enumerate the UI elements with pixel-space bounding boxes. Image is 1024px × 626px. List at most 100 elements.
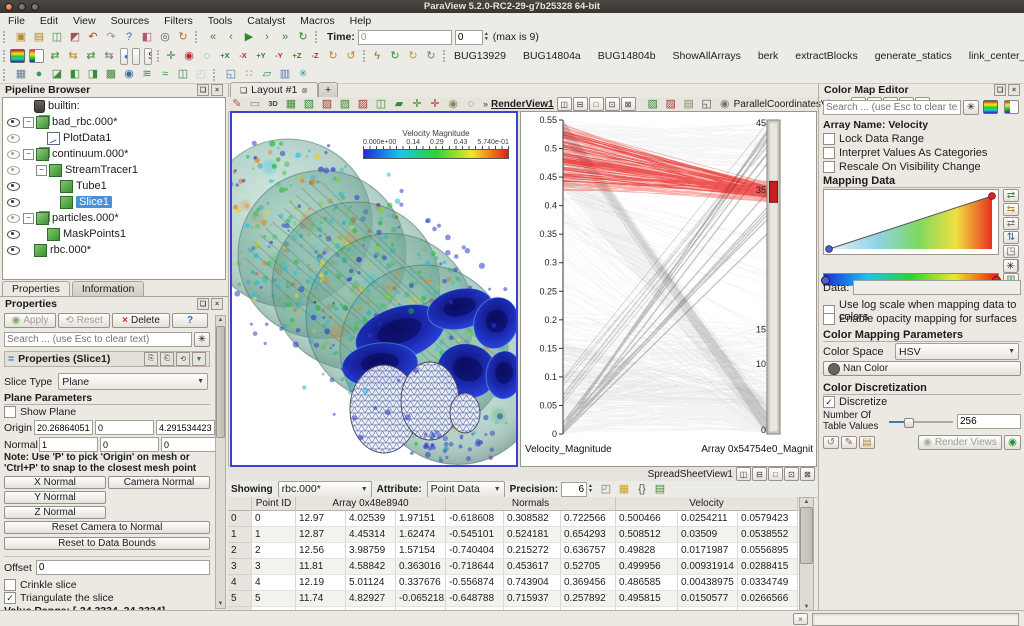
reset-defaults-icon[interactable]: ⟲ [176, 352, 190, 366]
close-icon[interactable]: × [211, 84, 223, 96]
threshold-icon[interactable]: ◨ [84, 66, 102, 83]
interactive-select-points-icon[interactable]: ✛ [426, 96, 444, 113]
table-row[interactable]: 4412.195.011240.337676-0.5568740.7439040… [228, 575, 799, 591]
visibility-eye-icon[interactable] [7, 246, 20, 255]
visibility-eye-icon[interactable] [7, 134, 20, 143]
precision-spinner[interactable]: ▲▼ [588, 484, 593, 494]
showing-combo[interactable]: rbc.000*▼ [278, 481, 372, 498]
properties-search-input[interactable] [4, 332, 192, 347]
pc-deselect-icon[interactable]: ▨ [662, 96, 680, 113]
play-test-icon[interactable]: ↻ [404, 48, 422, 65]
triangulate-checkbox[interactable]: ✓ [4, 592, 16, 604]
rescale-temporal-icon[interactable]: ⇄ [1003, 217, 1019, 230]
close-view-icon[interactable]: ⊠ [621, 97, 636, 111]
save-defaults-icon[interactable]: ▼ [192, 352, 206, 366]
last-frame-icon[interactable]: » [276, 29, 294, 46]
set-view-plus-x-icon[interactable]: +X [216, 48, 234, 65]
histogram-icon[interactable]: ▥ [276, 66, 294, 83]
rescale-to-data-range-icon[interactable]: ⇄ [46, 48, 64, 65]
data-value-input[interactable] [853, 280, 1021, 295]
opacity-mapping-checkbox[interactable] [823, 313, 835, 325]
camera-normal-button[interactable]: Camera Normal [108, 476, 210, 489]
column-header[interactable]: Point ID [252, 497, 296, 511]
rescale-range-icon[interactable]: ⇄ [1003, 189, 1019, 202]
select-frustum-icon[interactable]: ▰ [390, 96, 408, 113]
rescale-visibility-checkbox[interactable] [823, 161, 835, 173]
delete-button[interactable]: ×Delete [112, 313, 170, 328]
macro-button[interactable]: BUG13929 [452, 50, 508, 62]
select-cells-rect-icon[interactable]: ▧ [300, 96, 318, 113]
macro-button[interactable]: BUG14804a [521, 50, 583, 62]
pipeline-item-particles-000[interactable]: −particles.000* [3, 210, 225, 226]
origin-x-field[interactable] [34, 420, 93, 435]
select-block-icon[interactable]: ◫ [372, 96, 390, 113]
menu-sources[interactable]: Sources [111, 15, 150, 27]
grid-axes-icon[interactable]: ▦ [282, 96, 300, 113]
slice-icon[interactable]: ◧ [66, 66, 84, 83]
spreadsheet-scrollbar[interactable]: ▲ ▼ [799, 497, 814, 612]
pipeline-item-tube1[interactable]: Tube1 [3, 178, 225, 194]
menu-tools[interactable]: Tools [208, 15, 233, 27]
column-header[interactable]: Array 0x48e8940 [296, 497, 446, 511]
menu-file[interactable]: File [8, 15, 25, 27]
pipeline-item-plotdata1[interactable]: PlotData1 [3, 130, 225, 146]
reset-camera-to-normal-button[interactable]: Reset Camera to Normal [4, 521, 210, 534]
select-cells-polygon-icon[interactable]: ▧ [336, 96, 354, 113]
reset-to-data-bounds-button[interactable]: Reset to Data Bounds [4, 537, 210, 550]
z-normal-button[interactable]: Z Normal [4, 506, 106, 519]
edit-values-icon[interactable]: ✎ [841, 436, 857, 449]
rotate-90-ccw-icon[interactable]: ↺ [342, 48, 360, 65]
visibility-eye-icon[interactable] [7, 166, 20, 175]
search-options-icon[interactable]: ✳ [963, 100, 979, 115]
calculator-icon[interactable]: ▦ [12, 66, 30, 83]
zoom-box-icon[interactable]: ◌ [462, 96, 480, 113]
connect-server-icon[interactable]: ◫ [48, 29, 66, 46]
show-colormap-panel-icon[interactable] [983, 100, 998, 114]
close-icon[interactable]: × [211, 298, 223, 310]
paste-properties-icon[interactable]: ⎗ [160, 352, 174, 366]
x-normal-button[interactable]: X Normal [4, 476, 106, 489]
macro-button[interactable]: generate_statics [873, 50, 954, 62]
python-trace-icon[interactable]: ϟ [368, 48, 386, 65]
table-values-input[interactable] [957, 414, 1021, 429]
set-view-plus-z-icon[interactable]: +Z [288, 48, 306, 65]
expander-icon[interactable]: − [23, 213, 34, 224]
representation-combo[interactable]: Surface▼ [144, 48, 152, 65]
rescale-to-custom-range-icon[interactable]: ⇆ [64, 48, 82, 65]
search-options-icon[interactable]: ✳ [194, 332, 210, 347]
menu-view[interactable]: View [73, 15, 96, 27]
pipeline-tree[interactable]: builtin:−bad_rbc.000*PlotData1−continuum… [2, 97, 226, 280]
split-horizontal-icon[interactable]: ◫ [557, 97, 572, 111]
visibility-eye-icon[interactable] [7, 182, 20, 191]
visibility-eye-icon[interactable] [7, 230, 20, 239]
interactive-link-icon[interactable]: ✳ [294, 66, 312, 83]
invert-transfer-icon[interactable]: ⇅ [1003, 231, 1019, 244]
maximize-view-icon[interactable]: □ [589, 97, 604, 111]
menu-filters[interactable]: Filters [164, 15, 193, 27]
tab-information[interactable]: Information [72, 281, 145, 296]
select-points-polygon-icon[interactable]: ▨ [354, 96, 372, 113]
stream-tracer-icon[interactable]: ≋ [138, 66, 156, 83]
set-view-minus-z-icon[interactable]: -Z [306, 48, 324, 65]
table-row[interactable]: 1112.874.453141.62474-0.5451010.5241810.… [228, 527, 799, 543]
record-test-icon[interactable]: ↻ [386, 48, 404, 65]
time-index-input[interactable] [455, 30, 483, 45]
edit-legend-icon[interactable] [1004, 100, 1019, 114]
reset-session-icon[interactable]: ↻ [174, 29, 192, 46]
macro-button[interactable]: BUG14804b [596, 50, 658, 62]
pick-center-icon[interactable]: ◌ [198, 48, 216, 65]
toggle-3d-icon[interactable]: 3D [264, 96, 282, 113]
loop-icon[interactable]: ↻ [294, 29, 312, 46]
rescale-to-temporal-range-icon[interactable]: ⇄ [82, 48, 100, 65]
column-visibility-icon[interactable]: ▦ [615, 481, 633, 498]
macro-button[interactable]: extractBlocks [793, 50, 859, 62]
crinkle-slice-checkbox[interactable] [4, 579, 16, 591]
reset-button[interactable]: ⟲Reset [58, 313, 110, 328]
auto-render-icon[interactable]: ◉ [1004, 435, 1021, 450]
probe-location-icon[interactable]: ∷ [240, 66, 258, 83]
nan-color-button[interactable]: Nan Color [823, 361, 1021, 376]
tab-properties[interactable]: Properties [2, 281, 70, 296]
extract-subset-icon[interactable]: ▩ [102, 66, 120, 83]
macro-button[interactable]: link_center_of_rotation [967, 50, 1024, 62]
plot-over-line-icon[interactable]: ◱ [222, 66, 240, 83]
